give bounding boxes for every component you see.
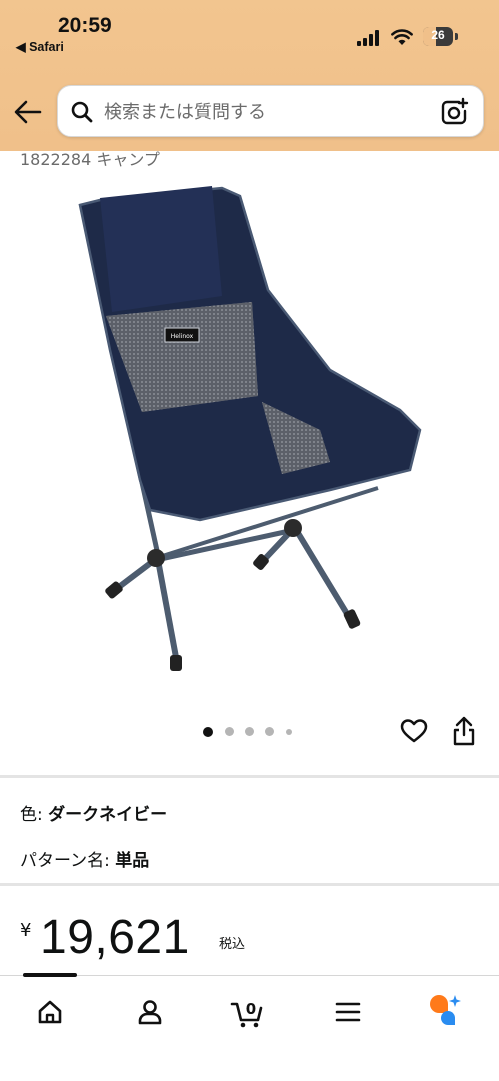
account-icon[interactable] [130,992,170,1032]
pattern-attribute[interactable]: パターン名: 単品 [20,846,149,871]
color-value: ダークネイビー [48,805,168,825]
menu-icon[interactable] [328,992,368,1032]
signal-icon [357,30,379,46]
bottom-navigation: 0 [0,973,499,1081]
divider [0,883,499,886]
status-bar: 20:59 ◀ Safari 26 [0,0,499,70]
search-bar[interactable] [57,85,484,137]
back-to-app-link[interactable]: ◀ Safari [16,39,64,54]
pagination-dot [245,727,254,736]
product-brand-label: Helinox [171,333,194,340]
search-icon [71,101,93,123]
battery-level: 26 [431,28,445,42]
color-label: 色: [20,805,49,825]
status-time: 20:59 [58,14,112,37]
share-icon[interactable] [452,716,476,746]
active-tab-indicator [23,973,77,977]
battery-icon: 26 [423,27,453,46]
back-arrow-icon[interactable] [12,97,44,127]
rufus-icon[interactable] [425,992,465,1032]
divider [0,775,499,778]
pagination-dot-active [203,727,213,737]
pagination-dot [265,727,274,736]
header: 20:59 ◀ Safari 26 [0,0,499,151]
color-attribute[interactable]: 色: ダークネイビー [20,800,167,825]
tax-label: 税込 [219,937,246,952]
home-icon[interactable] [30,992,70,1032]
camera-search-icon[interactable] [439,97,469,127]
cart-count: 0 [246,1000,256,1018]
product-image[interactable]: Helinox [40,170,450,690]
pattern-value: 単品 [115,851,150,871]
pattern-label: パターン名: [20,851,116,871]
currency-symbol: ¥ [20,920,32,941]
heart-icon[interactable] [400,718,428,744]
cart-icon[interactable]: 0 [228,992,268,1032]
wifi-icon [391,29,413,45]
product-title-fragment: 1822284 キャンプ [20,150,160,169]
pagination-dot [225,727,234,736]
pagination-dot [286,729,292,735]
search-input[interactable] [104,98,424,126]
price-amount: 19,621 [40,911,190,964]
